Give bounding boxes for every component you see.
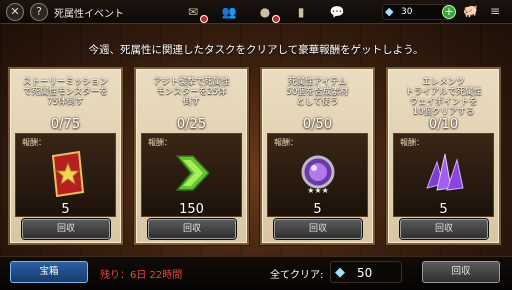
reward-label: 報酬： bbox=[400, 138, 424, 147]
bookmark-button[interactable]: ▮ bbox=[288, 3, 314, 21]
claim-button[interactable]: 回収 bbox=[148, 219, 236, 239]
task-description: 死属性アイテム 50個を合成素材 として使う bbox=[286, 77, 349, 107]
friends-icon: 👥 bbox=[221, 5, 237, 19]
claim-button[interactable]: 回収 bbox=[400, 219, 488, 239]
reward-panel: 報酬： 5 bbox=[393, 133, 494, 217]
back-button[interactable]: ✕ bbox=[6, 3, 24, 21]
arrow-item-icon bbox=[175, 155, 211, 191]
task-progress: 0/50 bbox=[302, 117, 333, 132]
piggy-bank-button[interactable]: 🐖 bbox=[463, 4, 483, 20]
clear-all-gem-count: 50 bbox=[357, 266, 373, 280]
task-card: アジト襲撃で死属性 モンスターを25体 倒す 0/25 報酬： 150 回収 bbox=[134, 67, 249, 245]
friends-button[interactable]: 👥 bbox=[216, 3, 242, 21]
mail-icon: ✉ bbox=[187, 5, 199, 19]
reward-panel: 報酬： 150 bbox=[141, 133, 242, 217]
menu-button[interactable]: ≡ bbox=[490, 4, 508, 20]
reward-count: 5 bbox=[313, 202, 322, 217]
orb-item-icon: ★★★ bbox=[301, 155, 335, 195]
menu-icon: ≡ bbox=[490, 4, 501, 18]
mail-button[interactable]: ✉ bbox=[180, 3, 208, 23]
notification-badge bbox=[200, 15, 208, 23]
chest-button[interactable]: 宝箱 bbox=[10, 261, 88, 283]
chat-button[interactable]: 💬 bbox=[324, 3, 350, 21]
crystal-item-icon bbox=[426, 153, 464, 191]
bookmark-icon: ▮ bbox=[297, 5, 305, 19]
event-subtitle: 今週、死属性に関連したタスクをクリアして豪華報酬をゲットしよう。 bbox=[88, 44, 424, 56]
top-bar: ✕ ? 死属性イベント ✉ 👥 ● ▮ 💬 ◆ 30 + 🐖 ≡ bbox=[0, 0, 512, 24]
time-remaining: 残り：6日 22時間 bbox=[100, 270, 183, 281]
top-icon-row: ✉ 👥 ● ▮ 💬 bbox=[180, 3, 360, 23]
notification-badge bbox=[272, 15, 280, 23]
card-item-icon bbox=[51, 150, 85, 198]
piggy-bank-icon: 🐖 bbox=[463, 4, 478, 18]
gem-count: 30 bbox=[401, 7, 413, 17]
task-card: 死属性アイテム 50個を合成素材 として使う 0/50 報酬： ★★★ 5 回収 bbox=[260, 67, 375, 245]
reward-count: 150 bbox=[179, 202, 204, 217]
task-description: エレメンツ トライアルで死属性 ウェイポイントを 10個クリアする bbox=[405, 77, 482, 117]
reward-panel: 報酬： 5 bbox=[15, 133, 116, 217]
task-progress: 0/10 bbox=[428, 117, 459, 132]
help-button[interactable]: ? bbox=[30, 3, 48, 21]
task-description: アジト襲撃で死属性 モンスターを25体 倒す bbox=[153, 77, 230, 107]
reward-label: 報酬： bbox=[22, 138, 46, 147]
guild-button[interactable]: ● bbox=[252, 3, 280, 23]
clear-all-reward: ◆ 50 bbox=[330, 261, 402, 283]
claim-all-button[interactable]: 回収 bbox=[422, 261, 500, 283]
reward-count: 5 bbox=[61, 202, 70, 217]
reward-label: 報酬： bbox=[148, 138, 172, 147]
claim-button[interactable]: 回収 bbox=[274, 219, 362, 239]
clear-all-label: 全てクリア: bbox=[270, 270, 324, 281]
reward-panel: 報酬： ★★★ 5 bbox=[267, 133, 368, 217]
reward-label: 報酬： bbox=[274, 138, 298, 147]
page-title: 死属性イベント bbox=[54, 9, 124, 20]
gem-icon: ◆ bbox=[335, 265, 345, 280]
svg-text:★★★: ★★★ bbox=[307, 186, 329, 195]
back-icon: ✕ bbox=[10, 5, 20, 18]
task-progress: 0/25 bbox=[176, 117, 207, 132]
task-card: ストーリーミッション で死属性モンスターを 75体倒す 0/75 報酬： 5 回… bbox=[8, 67, 123, 245]
task-progress: 0/75 bbox=[50, 117, 81, 132]
guild-icon: ● bbox=[259, 5, 271, 19]
claim-button[interactable]: 回収 bbox=[22, 219, 110, 239]
task-description: ストーリーミッション で死属性モンスターを 75体倒す bbox=[22, 77, 108, 107]
reward-count: 5 bbox=[439, 202, 448, 217]
chat-icon: 💬 bbox=[329, 5, 345, 19]
gem-icon: ◆ bbox=[385, 5, 394, 18]
add-gems-button[interactable]: + bbox=[442, 5, 456, 19]
task-card: エレメンツ トライアルで死属性 ウェイポイントを 10個クリアする 0/10 報… bbox=[386, 67, 501, 245]
